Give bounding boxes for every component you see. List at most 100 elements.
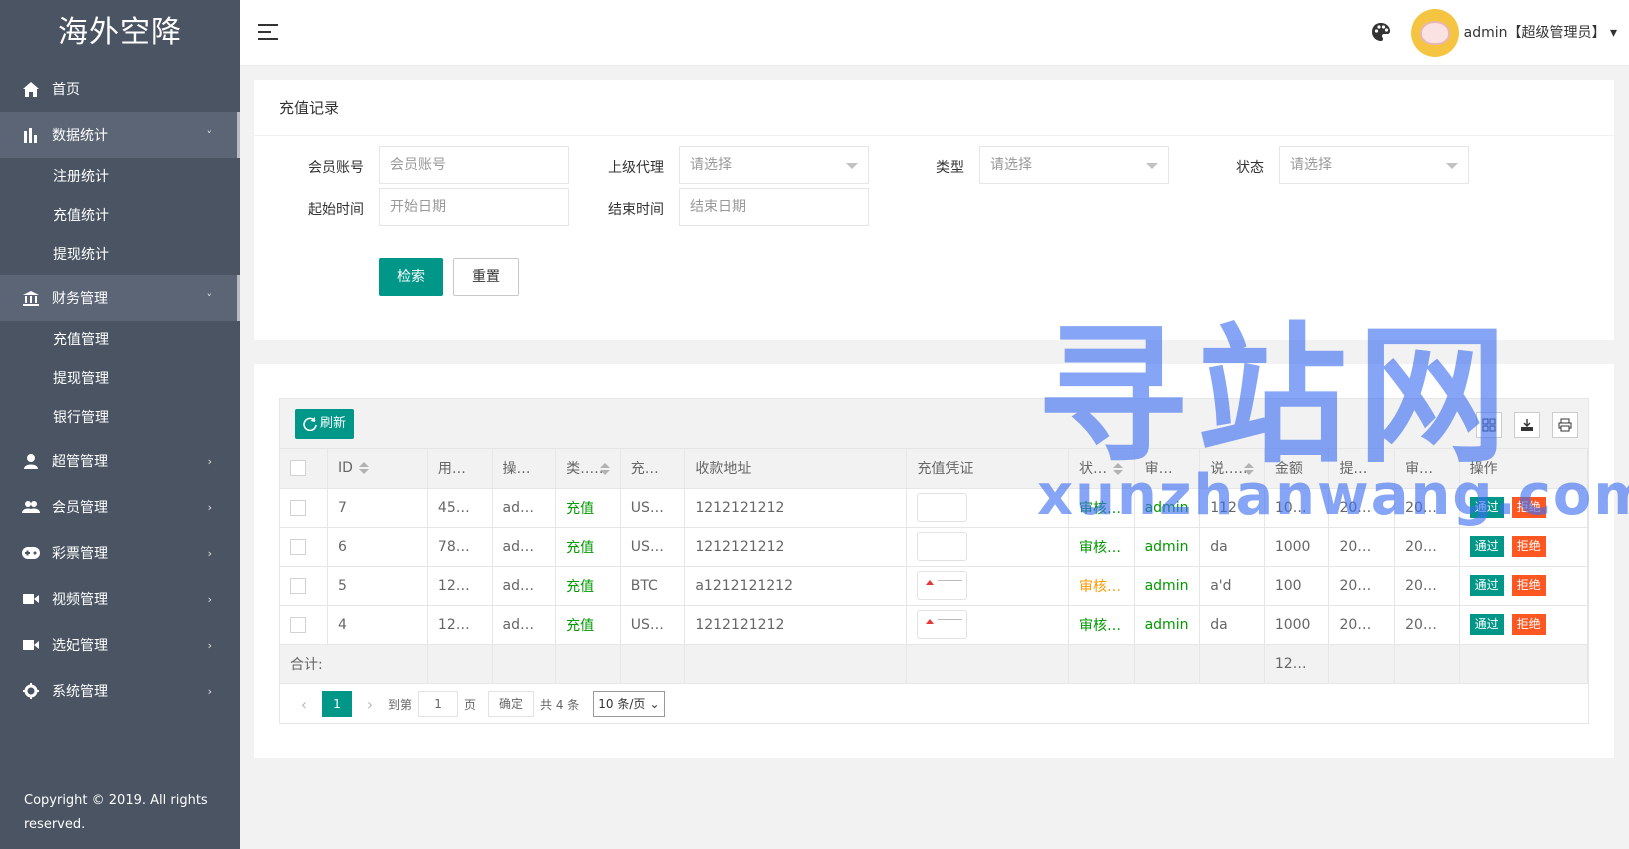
voucher-image[interactable] [917,610,968,639]
sidebar-item-finance[interactable]: 财务管理 ˅ [0,275,240,321]
start-date-input[interactable]: 开始日期 [379,188,569,226]
sidebar-item-home[interactable]: 首页 [0,66,240,112]
cell-submit-time: 20… [1328,527,1396,567]
sidebar-item-lottery-manage[interactable]: 彩票管理 › [0,530,240,576]
approve-button[interactable]: 通过 [1469,575,1504,596]
table-total-row: 合计: 12… [280,644,1589,684]
pagination: ‹ 1 › 到第 1 页 确定 共 4 条 10 条/页 ⌄ [280,685,1588,723]
refresh-label: 刷新 [320,416,347,431]
cell-id: 4 [327,605,428,645]
voucher-image[interactable] [917,532,968,561]
sidebar-subitem-recharge-stats[interactable]: 充值统计 [0,197,240,236]
cell-address: a1212121212 [684,566,908,606]
video-icon [22,590,40,608]
type-select[interactable]: 请选择 [979,146,1169,184]
search-button[interactable]: 检索 [379,258,443,296]
table-row: 7 45… ad… 充值 US… 1212121212 审核通过 admin 1… [280,488,1589,528]
page-size-select[interactable]: 10 条/页 ⌄ [593,691,665,717]
cell-user: 12… [427,605,493,645]
col-id[interactable]: ID [327,449,428,489]
sidebar-item-video-manage[interactable]: 视频管理 › [0,576,240,622]
select-all-checkbox[interactable] [290,460,306,477]
sidebar-subitem-withdraw-stats[interactable]: 提现统计 [0,236,240,275]
approve-button[interactable]: 通过 [1469,614,1504,635]
sidebar-item-admin-manage[interactable]: 超管管理 › [0,438,240,484]
sidebar-item-system-manage[interactable]: 系统管理 › [0,668,240,714]
account-label: 会员账号 [308,160,364,176]
goto-label: 到第 [388,697,413,712]
user-icon [22,452,40,470]
row-checkbox[interactable] [290,538,306,555]
caret-down-icon [1446,163,1458,169]
reject-button[interactable]: 拒绝 [1511,536,1546,557]
agent-select-value: 请选择 [690,157,732,173]
reset-button[interactable]: 重置 [453,258,519,296]
page-1[interactable]: 1 [322,691,352,717]
chevron-right-icon: › [207,684,212,698]
next-page-icon[interactable]: › [358,695,382,714]
cell-status: 审核拒绝 [1068,566,1135,606]
col-type[interactable]: 类… [555,449,621,489]
sidebar-item-member-manage[interactable]: 会员管理 › [0,484,240,530]
table-row: 5 12… ad… 充值 BTC a1212121212 审核拒绝 admin … [280,566,1589,606]
row-select-cell [280,488,328,528]
table-row: 4 12… ad… 充值 US… 1212121212 审核通过 admin d… [280,605,1589,645]
voucher-image[interactable] [917,571,968,600]
sidebar-subitem-recharge-manage[interactable]: 充值管理 [0,321,240,360]
prev-page-icon[interactable]: ‹ [292,695,316,714]
total-label: 合计: [280,644,428,684]
cell-type: 充值 [555,605,621,645]
print-icon[interactable] [1552,412,1578,438]
reject-button[interactable]: 拒绝 [1511,614,1546,635]
row-select-cell [280,605,328,645]
row-checkbox[interactable] [290,577,306,594]
type-select-value: 请选择 [990,157,1032,173]
refresh-icon [303,417,317,431]
user-menu[interactable]: admin【超级管理员】 ▾ [1464,22,1617,42]
cell-status: 审核通过 [1068,527,1135,567]
sort-icon[interactable] [1112,463,1123,476]
account-input[interactable]: 会员账号 [379,146,569,184]
cell-submit-time: 20… [1328,566,1396,606]
status-select[interactable]: 请选择 [1279,146,1469,184]
approve-button[interactable]: 通过 [1469,497,1504,518]
menu-toggle-icon[interactable] [258,24,278,42]
agent-label: 上级代理 [608,160,664,176]
approve-button[interactable]: 通过 [1469,536,1504,557]
row-checkbox[interactable] [290,499,306,516]
sidebar-item-concubine-manage[interactable]: 选妃管理 › [0,622,240,668]
cell-status: 审核通过 [1068,605,1135,645]
refresh-button[interactable]: 刷新 [295,409,355,439]
sidebar-item-data-stats[interactable]: 数据统计 ˅ [0,112,240,158]
reject-button[interactable]: 拒绝 [1511,575,1546,596]
columns-filter-icon[interactable] [1476,412,1502,438]
cell-type: 充值 [555,527,621,567]
sidebar-subitem-withdraw-manage[interactable]: 提现管理 [0,360,240,399]
voucher-image[interactable] [917,493,968,522]
avatar[interactable] [1411,9,1459,57]
cell-submit-time: 20… [1328,488,1396,528]
col-status[interactable]: 状… [1068,449,1135,489]
end-date-input[interactable]: 结束日期 [679,188,869,226]
sort-icon[interactable] [358,462,369,475]
col-note[interactable]: 说… [1199,449,1265,489]
reject-button[interactable]: 拒绝 [1511,497,1546,518]
palette-icon[interactable] [1371,22,1393,44]
cell-reviewer: admin [1134,566,1201,606]
chevron-down-icon: ˅ [206,291,213,305]
bank-icon [22,289,40,307]
row-select-cell [280,527,328,567]
cell-reviewer: admin [1134,488,1201,528]
goto-confirm-button[interactable]: 确定 [488,691,535,717]
export-icon[interactable] [1514,412,1540,438]
agent-select[interactable]: 请选择 [679,146,869,184]
chevron-right-icon: › [207,638,212,652]
sidebar-subitem-register-stats[interactable]: 注册统计 [0,158,240,197]
cell-operator: ad… [492,605,557,645]
row-checkbox[interactable] [290,616,306,633]
sidebar-subitem-bank-manage[interactable]: 银行管理 [0,399,240,438]
cell-review-time: 20… [1394,527,1460,567]
sidebar-item-label: 首页 [52,82,80,98]
goto-page-input[interactable]: 1 [418,691,459,717]
cell-actions: 通过 拒绝 [1459,566,1589,606]
